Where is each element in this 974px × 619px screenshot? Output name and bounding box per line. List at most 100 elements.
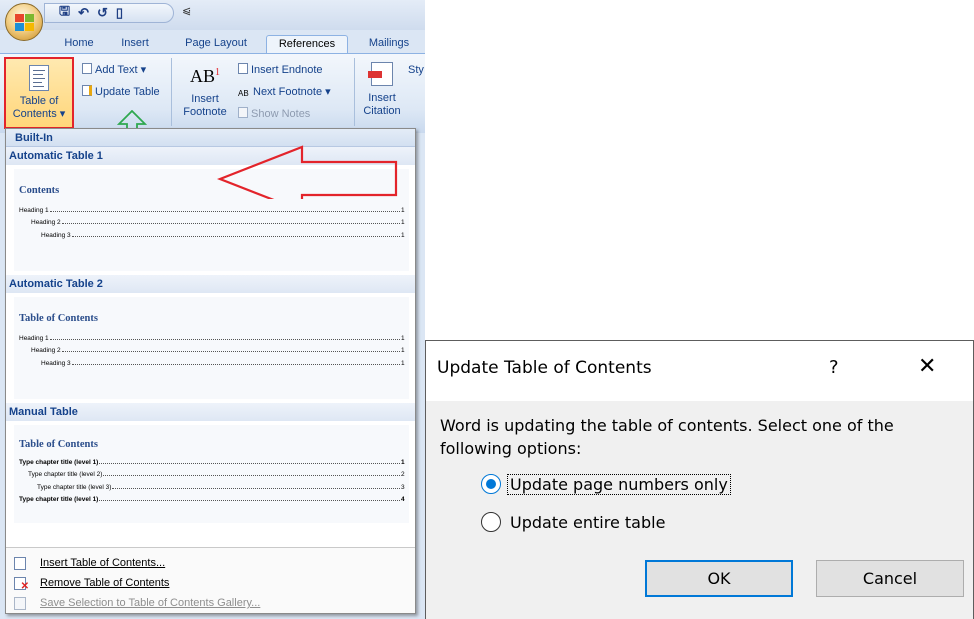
redo-icon[interactable]: ↺ [97, 5, 108, 21]
entry-text: Heading 2 [31, 219, 61, 226]
insert-footnote-line1: Insert [191, 93, 219, 105]
entry-text: Heading 3 [41, 359, 71, 367]
new-doc-icon[interactable]: ▯ [116, 5, 123, 21]
cancel-button[interactable]: Cancel [816, 560, 964, 597]
group-separator [171, 58, 172, 126]
office-logo-icon [15, 14, 35, 32]
gallery-section-title: Automatic Table 2 [6, 275, 415, 293]
tab-page-layout[interactable]: Page Layout [176, 35, 256, 55]
toc-label-line2: Contents ▾ [12, 108, 66, 120]
save-selection-menu-item[interactable]: Save Selection to Table of Contents Gall… [6, 593, 415, 613]
update-entire-table-option[interactable]: Update entire table [481, 510, 665, 534]
radio-checked[interactable] [481, 474, 501, 494]
customize-qat-icon[interactable]: ⩿ [182, 4, 191, 17]
table-of-contents-button[interactable]: Table of Contents ▾ [4, 57, 74, 129]
ok-button[interactable]: OK [645, 560, 793, 597]
update-table-button[interactable]: Update Table [82, 84, 160, 100]
toc-gallery-dropdown: Built-In Automatic Table 1 Contents Head… [5, 128, 416, 614]
dialog-title: Update Table of Contents [437, 358, 652, 378]
ribbon-tabs: Home Insert Page Layout References Maili… [0, 32, 425, 55]
gallery-section-title: Manual Table [6, 403, 415, 421]
radio-unchecked[interactable] [481, 512, 501, 532]
insert-toc-label: Insert Table of Contents... [40, 557, 166, 569]
remove-toc-icon: ✕ [14, 577, 29, 592]
entry-text: Heading 1 [19, 206, 49, 214]
entry-text: Type chapter title (level 2) [28, 471, 103, 478]
preview-entry: Heading 1 1 [19, 201, 409, 214]
save-icon[interactable]: 🖫 [59, 2, 70, 24]
undo-icon[interactable]: ↶ [78, 5, 89, 21]
preview-entry: Type chapter title (level 2) 2 [19, 466, 409, 478]
entry-page-number: 3 [401, 483, 405, 491]
save-selection-icon [14, 597, 26, 610]
entry-text: Heading 3 [41, 231, 71, 239]
preview-entry: Type chapter title (level 1) 4 [19, 491, 409, 503]
endnote-icon [238, 63, 248, 74]
remove-toc-menu-item[interactable]: ✕ Remove Table of Contents [6, 573, 415, 593]
insert-footnote-line2: Footnote [183, 106, 227, 118]
preview-entry: Heading 2 1 [19, 214, 409, 226]
footnote-icon-sup: 1 [215, 67, 220, 78]
insert-toc-icon [14, 557, 26, 570]
remove-toc-label: Remove Table of Contents [40, 577, 170, 589]
entry-page-number: 1 [401, 231, 405, 239]
insert-toc-menu-item[interactable]: Insert Table of Contents... [6, 553, 415, 573]
preview-entry: Type chapter title (level 1) 1 [19, 453, 409, 466]
update-table-label: Update Table [95, 86, 160, 98]
show-notes-button[interactable]: Show Notes [238, 106, 310, 122]
tab-mailings[interactable]: Mailings [358, 35, 420, 55]
tab-references[interactable]: References [266, 35, 348, 55]
entry-page-number: 1 [401, 359, 405, 367]
add-text-icon [82, 63, 92, 74]
preview-title: Table of Contents [19, 439, 98, 450]
insert-endnote-label: Insert Endnote [251, 64, 323, 76]
dialog-message: Word is updating the table of contents. … [440, 416, 894, 458]
show-notes-icon [238, 107, 248, 118]
footnote-icon-ab: AB [189, 66, 215, 86]
insert-citation-line1: Insert [368, 92, 396, 104]
add-text-label: Add Text ▾ [95, 64, 147, 76]
insert-citation-button[interactable]: Insert Citation [358, 62, 406, 118]
update-toc-dialog: Update Table of Contents ? ✕ Word is upd… [425, 340, 974, 619]
save-selection-label: Save Selection to Table of Contents Gall… [40, 597, 261, 609]
entry-page-number: 2 [401, 471, 405, 478]
update-page-numbers-label: Update page numbers only [507, 473, 731, 495]
insert-footnote-button[interactable]: AB1 Insert Footnote [176, 62, 234, 119]
next-footnote-button[interactable]: AB Next Footnote ▾ [238, 84, 331, 100]
manual-table-option[interactable]: Table of Contents Type chapter title (le… [14, 425, 409, 523]
entry-text: Type chapter title (level 1) [19, 496, 99, 503]
office-button[interactable] [5, 3, 43, 41]
update-entire-table-label: Update entire table [510, 512, 666, 532]
group-separator [354, 58, 355, 126]
tab-insert[interactable]: Insert [112, 35, 158, 55]
entry-text: Heading 1 [19, 334, 49, 342]
preview-entry: Heading 3 1 [19, 226, 409, 239]
entry-page-number: 1 [401, 334, 405, 342]
help-icon[interactable]: ? [829, 357, 839, 378]
preview-title: Table of Contents [19, 313, 98, 324]
automatic-table-2-option[interactable]: Table of Contents Heading 11 Heading 21 … [14, 297, 409, 399]
entry-page-number: 1 [401, 347, 405, 354]
entry-page-number: 1 [401, 206, 405, 214]
citation-icon [368, 62, 393, 86]
preview-entry: Type chapter title (level 3) 3 [19, 478, 409, 491]
entry-text: Heading 2 [31, 347, 61, 354]
qat-bar: 🖫 ↶ ↺ ▯ [44, 3, 174, 23]
gallery-menu: Insert Table of Contents... ✕ Remove Tab… [6, 547, 415, 613]
insert-endnote-button[interactable]: Insert Endnote [238, 62, 323, 78]
ribbon-references: Table of Contents ▾ Add Text ▾ Update Ta… [0, 53, 425, 133]
show-notes-label: Show Notes [251, 108, 311, 120]
update-table-icon [82, 85, 92, 96]
red-left-arrow-annotation [216, 145, 398, 199]
dialog-titlebar: Update Table of Contents ? ✕ [426, 341, 973, 401]
update-page-numbers-option[interactable]: Update page numbers only [481, 472, 731, 496]
footnote-icon: AB1 [176, 62, 234, 87]
entry-text: Type chapter title (level 1) [19, 458, 99, 466]
entry-page-number: 1 [401, 458, 405, 466]
add-text-button[interactable]: Add Text ▾ [82, 62, 146, 78]
style-button[interactable]: Sty [408, 62, 424, 78]
quick-access-toolbar: 🖫 ↶ ↺ ▯ ⩿ [0, 0, 425, 41]
close-icon[interactable]: ✕ [918, 354, 936, 379]
tab-home[interactable]: Home [56, 35, 102, 55]
entry-text: Type chapter title (level 3) [37, 483, 112, 491]
